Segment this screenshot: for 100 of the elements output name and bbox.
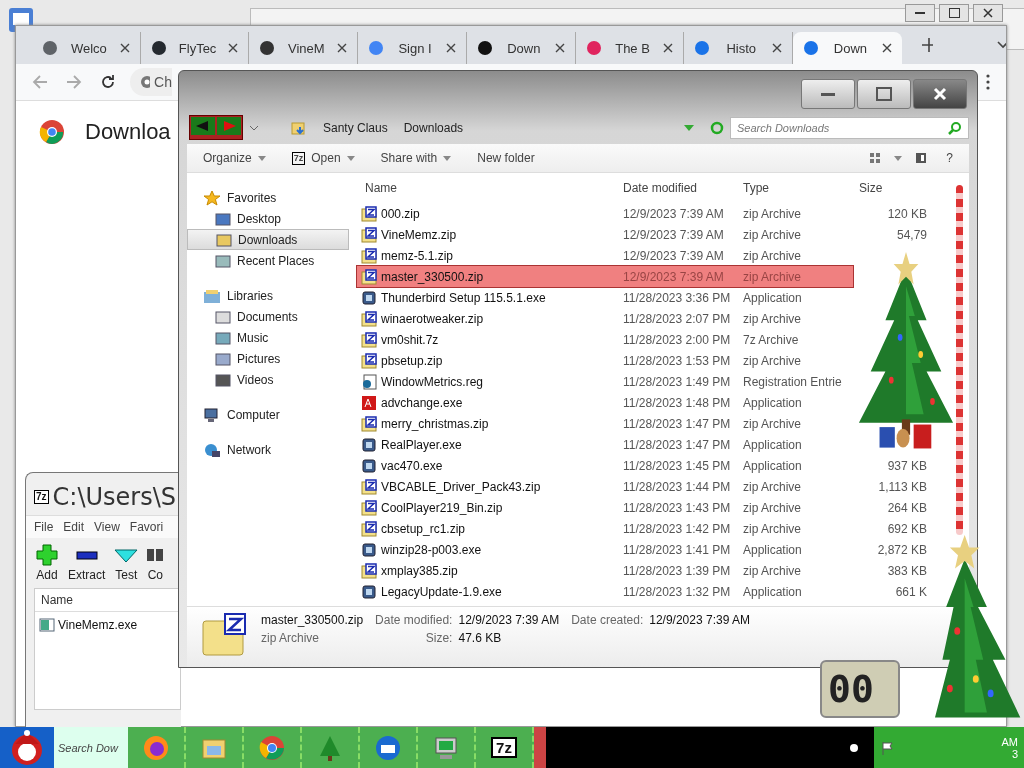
scrollbar[interactable]	[956, 185, 963, 535]
file-name[interactable]: VineMemz.exe	[58, 618, 138, 632]
app-logo: 7z	[34, 490, 49, 504]
file-row[interactable]: xmplay385.zip 11/28/2023 1:39 PM zip Archive 383 KB	[357, 560, 931, 581]
toolbar-button[interactable]: Share with	[374, 151, 458, 165]
taskbar-button[interactable]	[244, 727, 302, 768]
file-row[interactable]: master_330500.zip 12/9/2023 7:39 AM zip Archive	[357, 266, 853, 287]
flag-icon[interactable]	[880, 739, 896, 756]
file-row[interactable]: merry_christmas.zip 11/28/2023 1:47 PM zip Archive	[357, 413, 853, 434]
close-icon[interactable]	[445, 43, 456, 53]
close-icon[interactable]	[228, 43, 239, 53]
new-tab-icon[interactable]	[921, 38, 933, 52]
file-icon	[361, 310, 377, 327]
file-row[interactable]: pbsetup.zip 11/28/2023 1:53 PM zip Archive	[357, 350, 853, 371]
toolbar-button[interactable]: Extract	[68, 544, 106, 582]
close-icon[interactable]	[337, 43, 348, 53]
nav-item[interactable]: Libraries	[187, 285, 357, 306]
caret-icon[interactable]	[894, 155, 903, 161]
maximize-button[interactable]	[939, 4, 969, 22]
nav-item[interactable]: Videos	[187, 369, 357, 390]
menu-item[interactable]: Favori	[129, 520, 164, 534]
minimize-button[interactable]	[905, 4, 935, 22]
property-label: Size:	[424, 631, 453, 645]
close-button[interactable]	[913, 79, 967, 109]
browser-tab[interactable]: Down	[793, 32, 902, 64]
preview-pane-icon[interactable]	[916, 153, 927, 163]
column-header[interactable]: Type	[735, 181, 853, 195]
file-row[interactable]: Thunderbird Setup 115.5.1.exe 11/28/2023 3:36 PM Application	[357, 287, 853, 308]
back-forward-button[interactable]	[189, 115, 243, 140]
file-icon	[361, 541, 377, 558]
file-icon	[361, 499, 377, 516]
file-row[interactable]: WindowMetrics.reg 11/28/2023 1:49 PM Registration Entrie	[357, 371, 853, 392]
breadcrumb[interactable]: Santy Claus	[323, 120, 388, 135]
site-icon	[259, 40, 276, 56]
column-header[interactable]: Date modified	[615, 181, 735, 195]
start-button[interactable]	[0, 727, 54, 768]
file-row[interactable]: VineMemz.zip 12/9/2023 7:39 AM zip Archive 54,79	[357, 224, 931, 245]
caret-icon	[257, 155, 266, 161]
property-label: Date modified:	[375, 613, 453, 627]
taskbar-button[interactable]	[302, 727, 360, 768]
caret-icon[interactable]	[249, 124, 259, 131]
taskbar-button[interactable]	[418, 727, 476, 768]
nav-item[interactable]: Documents	[187, 306, 357, 327]
nav-item[interactable]: Downloads	[187, 229, 349, 250]
file-row[interactable]: winzip28-p003.exe 11/28/2023 1:41 PM Application 2,872 KB	[357, 539, 931, 560]
minimize-button[interactable]	[801, 79, 855, 109]
close-icon[interactable]	[663, 43, 674, 53]
close-icon[interactable]	[881, 43, 892, 53]
taskbar-button[interactable]	[128, 727, 186, 768]
file-row[interactable]: RealPlayer.exe 11/28/2023 1:47 PM Application	[357, 434, 853, 455]
mail-app-icon	[374, 733, 402, 762]
menu-item[interactable]: File	[34, 520, 54, 534]
nav-item[interactable]: Network	[187, 439, 357, 460]
folder-icon	[215, 210, 231, 227]
nav-item[interactable]: Desktop	[187, 208, 357, 229]
close-button[interactable]	[973, 4, 1003, 22]
search-field[interactable]: Search Downloads	[730, 116, 969, 139]
file-row[interactable]: LegacyUpdate-1.9.exe 11/28/2023 1:32 PM Application 661 K	[357, 581, 931, 602]
reload-icon[interactable]	[100, 74, 116, 90]
close-icon[interactable]	[119, 43, 130, 53]
file-row[interactable]: advchange.exe 11/28/2023 1:48 PM Application	[357, 392, 853, 413]
nav-item[interactable]: Recent Places	[187, 250, 357, 271]
view-icon[interactable]	[870, 153, 881, 163]
file-row[interactable]: vac470.exe 11/28/2023 1:45 PM Application 937 KB	[357, 455, 931, 476]
nav-item[interactable]: Music	[187, 327, 357, 348]
file-row[interactable]: cbsetup_rc1.zip 11/28/2023 1:42 PM zip Archive 692 KB	[357, 518, 931, 539]
toolbar-button[interactable]: Co	[147, 544, 164, 582]
menu-item[interactable]: Edit	[63, 520, 85, 534]
search-field[interactable]: Search Dow	[54, 727, 128, 768]
address-bar[interactable]: Ch	[130, 68, 172, 96]
help-button[interactable]: ?	[940, 151, 959, 165]
file-row[interactable]: memz-5.1.zip 12/9/2023 7:39 AM zip Archive	[357, 245, 853, 266]
close-icon[interactable]	[554, 43, 565, 53]
column-header[interactable]: Size	[853, 181, 931, 195]
menu-item[interactable]: View	[94, 520, 120, 534]
breadcrumb[interactable]: Downloads	[403, 120, 464, 135]
toolbar-button[interactable]: New folder	[471, 151, 541, 165]
column-header[interactable]: Name	[357, 181, 615, 195]
file-row[interactable]: winaerotweaker.zip 11/28/2023 2:07 PM zip Archive	[357, 308, 853, 329]
file-row[interactable]: 000.zip 12/9/2023 7:39 AM zip Archive 120 KB	[357, 203, 931, 224]
toolbar-button[interactable]: Organize	[197, 151, 272, 165]
toolbar-button[interactable]: Add	[34, 544, 60, 582]
toolbar-button[interactable]: 7z Open	[285, 151, 361, 165]
window-title: C:\Users\S	[52, 483, 177, 511]
taskbar-button[interactable]: 7z	[476, 727, 534, 768]
chevron-icon[interactable]	[996, 41, 1007, 49]
file-row[interactable]: VBCABLE_Driver_Pack43.zip 11/28/2023 1:44 PM zip Archive 1,113 KB	[357, 476, 931, 497]
nav-item[interactable]: Favorites	[187, 187, 357, 208]
file-row[interactable]: CoolPlayer219_Bin.zip 11/28/2023 1:43 PM zip Archive 264 KB	[357, 497, 931, 518]
dot-icon	[850, 743, 858, 752]
menu-icon[interactable]	[986, 74, 990, 90]
nav-item[interactable]: Computer	[187, 404, 357, 425]
nav-item[interactable]: Pictures	[187, 348, 357, 369]
toolbar-button[interactable]: Test	[113, 544, 140, 582]
file-row[interactable]: vm0shit.7z 11/28/2023 2:00 PM 7z Archive	[357, 329, 853, 350]
file-icon	[39, 618, 55, 632]
close-icon[interactable]	[772, 43, 783, 53]
maximize-button[interactable]	[857, 79, 911, 109]
taskbar-button[interactable]	[360, 727, 418, 768]
file-type: zip Archive	[261, 631, 321, 645]
